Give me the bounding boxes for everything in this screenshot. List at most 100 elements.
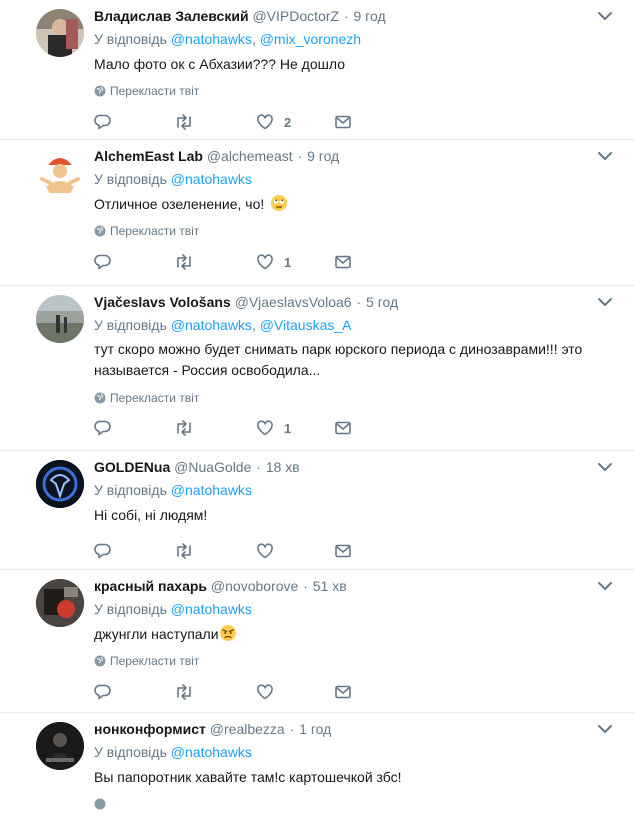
globe-icon (94, 392, 106, 404)
tweet-text: Мало фото ок с Абхазии??? Не дошло (94, 56, 345, 72)
author-handle[interactable]: @realbezza (210, 721, 285, 737)
retweet-button[interactable] (174, 252, 194, 272)
like-count: 1 (284, 420, 292, 436)
chevron-down-icon[interactable] (596, 459, 614, 475)
mention-link[interactable]: @Vitauskas_A (260, 317, 352, 333)
chevron-down-icon[interactable] (596, 294, 614, 310)
translate-link[interactable] (94, 797, 110, 811)
like-button[interactable]: 2 (256, 112, 291, 132)
timestamp[interactable]: 9 год (307, 148, 339, 164)
avatar[interactable] (36, 722, 84, 770)
author-name[interactable]: Vjačeslavs Vološans (94, 294, 231, 310)
direct-message-button[interactable] (334, 418, 352, 438)
reply-context: У відповідь @natohawks (94, 600, 252, 618)
mention-link[interactable]: @natohawks (171, 171, 252, 187)
tweet-feed: Владислав Залевский @VIPDoctorZ · 9 год … (0, 0, 634, 823)
timestamp[interactable]: 18 хв (266, 459, 300, 475)
heart-icon (257, 254, 273, 270)
timestamp[interactable]: 9 год (353, 8, 385, 24)
heart-icon (257, 684, 273, 700)
like-count: 1 (284, 254, 292, 270)
like-button[interactable] (256, 682, 284, 702)
like-button[interactable]: 1 (256, 252, 291, 272)
chevron-down-icon[interactable] (596, 148, 614, 164)
chevron-down-icon[interactable] (596, 721, 614, 737)
tweet[interactable]: GOLDENua @NuaGolde · 18 хв У відповідь @… (0, 451, 634, 570)
reply-icon (94, 543, 111, 559)
reply-button[interactable] (94, 112, 112, 132)
envelope-icon (335, 255, 351, 269)
translate-link[interactable]: Перекласти твіт (94, 654, 199, 668)
translate-link[interactable]: Перекласти твіт (94, 84, 199, 98)
author-name[interactable]: GOLDENua (94, 459, 170, 475)
like-count: 2 (284, 114, 292, 130)
direct-message-button[interactable] (334, 252, 352, 272)
mention-link[interactable]: @natohawks (171, 744, 252, 760)
envelope-icon (335, 685, 351, 699)
reply-button[interactable] (94, 418, 112, 438)
retweet-button[interactable] (174, 112, 194, 132)
chevron-down-icon[interactable] (596, 8, 614, 24)
reply-context: У відповідь @natohawks, @Vitauskas_A (94, 316, 352, 334)
author-name[interactable]: нонконформист (94, 721, 206, 737)
author-handle[interactable]: @VjaeslavsVoloa6 (235, 294, 352, 310)
author-name[interactable]: AlchemEast Lab (94, 148, 203, 164)
separator: · (343, 8, 349, 24)
mention-separator: , (251, 31, 256, 47)
timestamp[interactable]: 5 год (366, 294, 398, 310)
tweet[interactable]: нонконформист @realbezza · 1 год У відпо… (0, 713, 634, 823)
mention-link[interactable]: @mix_voronezh (260, 31, 361, 47)
retweet-button[interactable] (174, 682, 194, 702)
chevron-down-icon[interactable] (596, 578, 614, 594)
retweet-icon (177, 543, 191, 559)
mention-link[interactable]: @natohawks (171, 31, 252, 47)
translate-label: Перекласти твіт (110, 84, 200, 98)
reply-prefix: У відповідь (94, 171, 167, 187)
direct-message-button[interactable] (334, 112, 352, 132)
timestamp[interactable]: 1 год (299, 721, 331, 737)
author-name[interactable]: Владислав Залевский (94, 8, 249, 24)
heart-icon (257, 543, 273, 559)
reply-prefix: У відповідь (94, 601, 167, 617)
reply-context: У відповідь @natohawks (94, 481, 252, 499)
author-handle[interactable]: @VIPDoctorZ (252, 8, 339, 24)
author-name[interactable]: красный пахарь (94, 578, 207, 594)
tweet-text-body: джунгли наступали (94, 626, 219, 642)
globe-icon (94, 655, 106, 667)
avatar[interactable] (36, 149, 84, 197)
like-button[interactable]: 1 (256, 418, 291, 438)
like-button[interactable] (256, 541, 284, 561)
avatar[interactable] (36, 579, 84, 627)
translate-label: Перекласти твіт (110, 391, 200, 405)
tweet-text: Отличное озеленение, чо! (94, 194, 604, 215)
translate-link[interactable]: Перекласти твіт (94, 391, 199, 405)
retweet-icon (177, 114, 191, 130)
translate-label: Перекласти твіт (110, 654, 200, 668)
retweet-button[interactable] (174, 541, 194, 561)
timestamp[interactable]: 51 хв (313, 578, 347, 594)
avatar[interactable] (36, 460, 84, 508)
translate-link[interactable]: Перекласти твіт (94, 224, 199, 238)
avatar[interactable] (36, 9, 84, 57)
tweet[interactable]: красный пахарь @novoborove · 51 хв У від… (0, 570, 634, 713)
retweet-button[interactable] (174, 418, 194, 438)
reply-context: У відповідь @natohawks, @mix_voronezh (94, 30, 361, 48)
author-handle[interactable]: @alchemeast (207, 148, 293, 164)
separator: · (303, 578, 308, 594)
tweet[interactable]: Vjačeslavs Vološans @VjaeslavsVoloa6 · 5… (0, 286, 634, 451)
reply-button[interactable] (94, 682, 112, 702)
reply-button[interactable] (94, 252, 112, 272)
direct-message-button[interactable] (334, 682, 352, 702)
author-handle[interactable]: @novoborove (211, 578, 298, 594)
tweet-actions (94, 541, 374, 561)
tweet[interactable]: Владислав Залевский @VIPDoctorZ · 9 год … (0, 0, 634, 140)
direct-message-button[interactable] (334, 541, 352, 561)
mention-link[interactable]: @natohawks (171, 482, 252, 498)
tweet[interactable]: AlchemEast Lab @alchemeast · 9 год У від… (0, 140, 634, 286)
envelope-icon (335, 421, 351, 435)
mention-link[interactable]: @natohawks (171, 317, 252, 333)
reply-button[interactable] (94, 541, 112, 561)
author-handle[interactable]: @NuaGolde (174, 459, 251, 475)
mention-link[interactable]: @natohawks (171, 601, 252, 617)
avatar[interactable] (36, 295, 84, 343)
